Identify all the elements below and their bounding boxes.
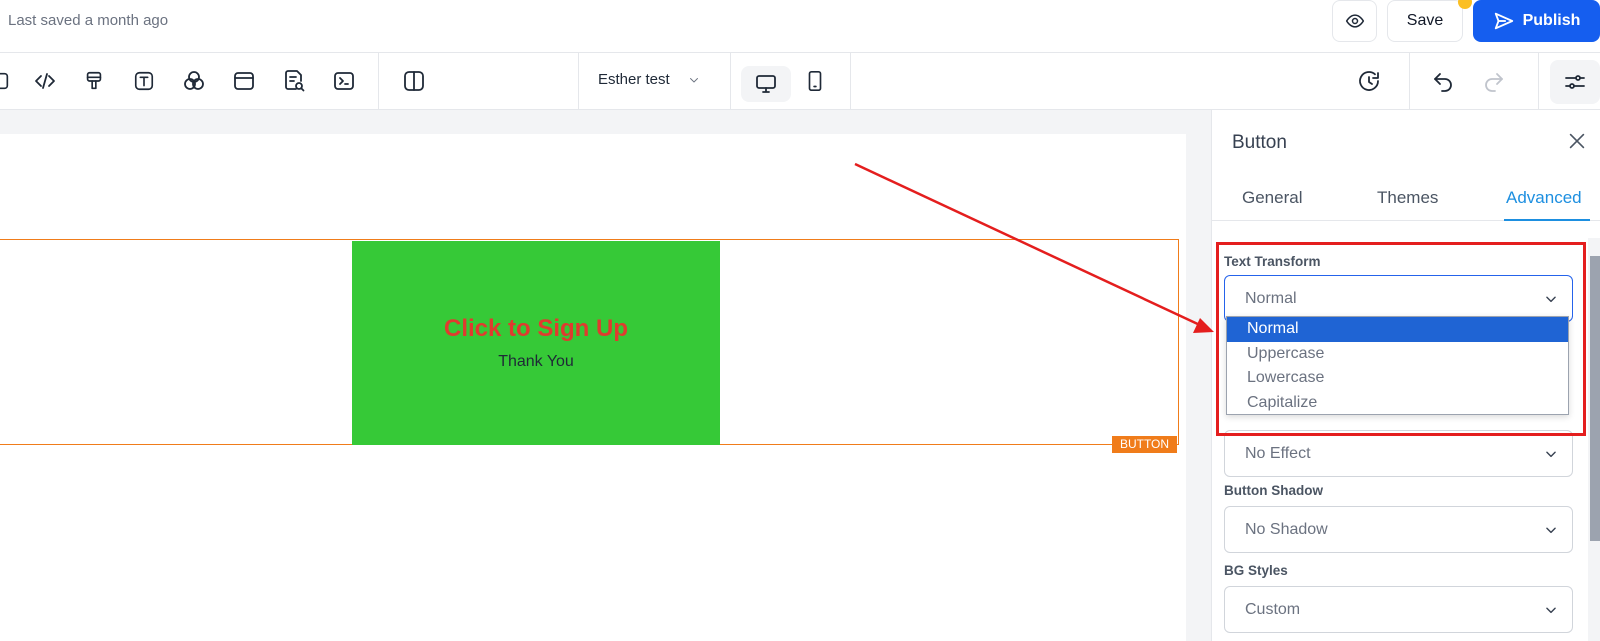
hover-effect-value: No Effect (1245, 445, 1311, 462)
paint-brush-icon[interactable] (80, 67, 108, 95)
canvas-area: Click to Sign Up Thank You BUTTON (0, 110, 1211, 641)
code-tool-icon[interactable] (31, 67, 59, 95)
redo-icon[interactable] (1480, 67, 1508, 95)
last-saved-status: Last saved a month ago (8, 12, 169, 29)
save-label: Save (1406, 12, 1444, 29)
button-sub-text: Thank You (498, 353, 574, 370)
history-icon[interactable] (1355, 67, 1383, 95)
toolbar-divider (730, 53, 731, 110)
panel-tabs: General Themes Advanced (1212, 176, 1600, 221)
panel-title: Button (1232, 132, 1287, 153)
page-canvas: Click to Sign Up Thank You BUTTON (0, 134, 1186, 641)
chevron-down-icon (689, 77, 698, 82)
sliders-icon (1565, 75, 1585, 89)
publish-button[interactable]: Publish (1473, 0, 1600, 42)
tab-general[interactable]: General (1242, 188, 1302, 208)
button-shadow-label: Button Shadow (1224, 483, 1323, 498)
top-bar: Last saved a month ago Save Publish (0, 0, 1600, 53)
chevron-down-icon (1546, 607, 1556, 614)
toolbar-divider (378, 53, 379, 110)
hover-effect-select[interactable]: No Effect (1224, 430, 1573, 477)
button-shadow-select[interactable]: No Shadow (1224, 506, 1573, 553)
button-shadow-value: No Shadow (1245, 521, 1328, 538)
bg-styles-select[interactable]: Custom (1224, 586, 1573, 633)
unsaved-indicator (1458, 0, 1472, 9)
toolbar-divider (1409, 53, 1410, 110)
close-icon (1569, 133, 1585, 149)
bg-styles-label: BG Styles (1224, 563, 1288, 578)
panel-scrollbar-thumb[interactable] (1590, 256, 1600, 541)
page-selector[interactable]: Esther test (598, 71, 700, 88)
active-tab-indicator (1504, 219, 1590, 221)
desktop-view-button[interactable] (741, 66, 791, 102)
mobile-icon (808, 71, 822, 91)
bg-styles-value: Custom (1245, 601, 1301, 618)
settings-button[interactable] (1550, 60, 1600, 104)
seo-tool-icon[interactable] (280, 67, 308, 95)
tab-advanced[interactable]: Advanced (1506, 188, 1582, 208)
text-tool-icon[interactable] (130, 67, 158, 95)
eye-icon (1345, 14, 1364, 28)
toolbar-divider (578, 53, 579, 110)
toolbar-divider (1538, 53, 1539, 110)
desktop-icon (756, 75, 776, 93)
editor-toolbar: Esther test (0, 53, 1600, 110)
chevron-down-icon (1546, 451, 1556, 458)
toolbar-divider (850, 53, 851, 110)
publish-label: Publish (1522, 12, 1581, 29)
chevron-down-icon (1546, 527, 1556, 534)
tab-themes[interactable]: Themes (1377, 188, 1438, 208)
annotation-highlight-box (1216, 242, 1586, 436)
undo-icon[interactable] (1429, 67, 1457, 95)
split-view-icon[interactable] (400, 67, 428, 95)
page-selector-label: Esther test (598, 71, 670, 88)
colors-tool-icon[interactable] (180, 67, 208, 95)
section-tool-icon[interactable] (0, 67, 14, 95)
preview-button[interactable] (1332, 0, 1377, 42)
terminal-tool-icon[interactable] (330, 67, 358, 95)
close-panel-button[interactable] (1566, 130, 1588, 152)
element-type-tag: BUTTON (1112, 436, 1177, 453)
mobile-view-button[interactable] (801, 67, 829, 95)
save-button[interactable]: Save (1387, 0, 1472, 42)
send-icon (1494, 12, 1513, 30)
button-main-text: Click to Sign Up (443, 315, 628, 342)
signup-button-element[interactable]: Click to Sign Up Thank You (352, 241, 720, 445)
layout-tool-icon[interactable] (230, 67, 258, 95)
